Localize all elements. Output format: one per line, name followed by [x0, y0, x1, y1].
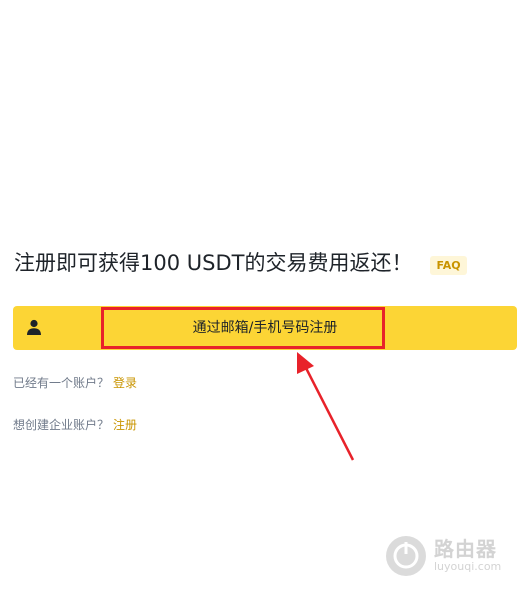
business-prompt: 想创建企业账户？: [13, 418, 110, 432]
business-register-link[interactable]: 注册: [113, 418, 137, 432]
business-row: 想创建企业账户？ 注册: [13, 416, 137, 433]
register-button-label: 通过邮箱/手机号码注册: [192, 320, 338, 336]
login-link[interactable]: 登录: [113, 376, 137, 390]
heading-row: 注册即可获得100 USDT的交易费用返还！ FAQ: [14, 248, 467, 278]
watermark: 路由器 luyouqi.com: [384, 534, 501, 578]
watermark-cn: 路由器: [434, 537, 497, 561]
page-title: 注册即可获得100 USDT的交易费用返还！: [14, 251, 413, 275]
login-row: 已经有一个账户？ 登录: [13, 374, 137, 391]
faq-badge[interactable]: FAQ: [430, 255, 467, 275]
register-email-phone-button[interactable]: 通过邮箱/手机号码注册: [13, 306, 517, 350]
annotation-arrow: [297, 352, 355, 461]
page: 注册即可获得100 USDT的交易费用返还！ FAQ 通过邮箱/手机号码注册 已…: [0, 0, 524, 600]
login-prompt: 已经有一个账户？: [13, 376, 110, 390]
watermark-logo-icon: [386, 536, 426, 576]
watermark-en: luyouqi.com: [434, 560, 502, 573]
